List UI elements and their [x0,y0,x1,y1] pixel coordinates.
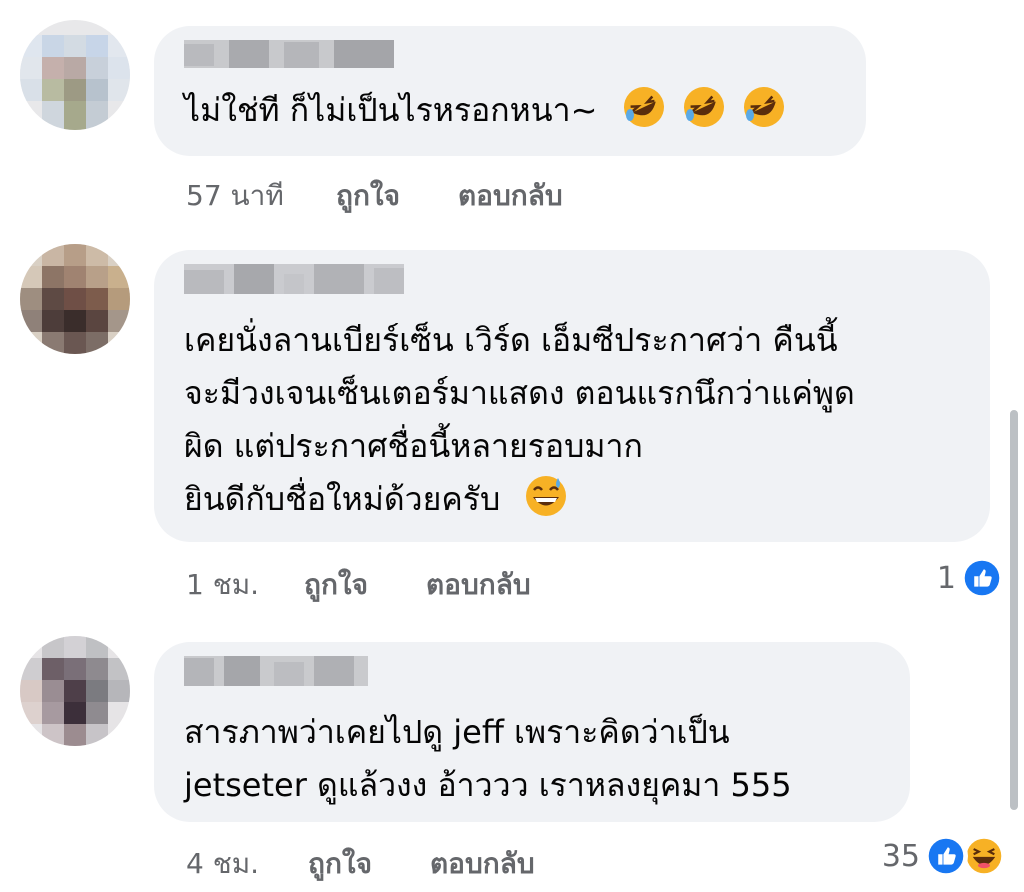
comment-text: เคยนั่งลานเบียร์เซ็น เวิร์ด เอ็มซีประกาศ… [184,314,855,526]
scrollbar[interactable] [1010,410,1018,810]
reply-button[interactable]: ตอบกลับ [458,174,563,218]
commenter-avatar[interactable] [20,20,130,130]
comment-timestamp[interactable]: 57 นาที [186,174,284,218]
rofl-emoji [743,87,784,127]
like-button[interactable]: ถูกใจ [304,563,368,607]
reaction-summary[interactable]: 1 [937,556,1004,600]
comment-line: jetseter ดูแล้วงง อ้าววว เราหลงยุคมา 555 [184,766,792,804]
comment-line: ไม่ใช่ที ก็ไม่เป็นไรหรอกหนา~ [184,91,598,129]
commenter-name-blurred[interactable] [184,656,368,686]
comment-timestamp[interactable]: 1 ชม. [186,563,259,607]
rofl-emoji [683,87,724,127]
reaction-count: 35 [881,838,920,874]
reaction-summary[interactable]: 35 [882,834,1006,878]
comment-text: สารภาพว่าเคยไปดู jeff เพราะคิดว่าเป็น je… [184,706,792,812]
comment-line: ผิด แต่ประกาศชื่อนี้หลายรอบมาก [184,427,643,465]
reaction-count: 1 [936,560,956,596]
grinning-sweat-emoji [526,476,567,516]
comment-line: สารภาพว่าเคยไปดู jeff เพราะคิดว่าเป็น [184,713,730,751]
comment-actions: 1 ชม. ถูกใจ ตอบกลับ [186,563,686,603]
comment-bubble: ไม่ใช่ที ก็ไม่เป็นไรหรอกหนา~ [154,26,866,156]
like-button[interactable]: ถูกใจ [308,842,372,886]
comment-actions: 4 ชม. ถูกใจ ตอบกลับ [186,842,686,882]
like-icon [924,834,968,878]
comment-text: ไม่ใช่ที ก็ไม่เป็นไรหรอกหนา~ [184,84,786,137]
reply-button[interactable]: ตอบกลับ [426,563,531,607]
comment-actions: 57 นาที ถูกใจ ตอบกลับ [186,174,686,214]
comment-bubble: สารภาพว่าเคยไปดู jeff เพราะคิดว่าเป็น je… [154,642,910,822]
commenter-name-blurred[interactable] [184,40,394,68]
rofl-emoji [623,87,664,127]
comment-line: เคยนั่งลานเบียร์เซ็น เวิร์ด เอ็มซีประกาศ… [184,321,838,359]
like-button[interactable]: ถูกใจ [336,174,400,218]
comment-line: ยินดีกับชื่อใหม่ด้วยครับ [184,480,501,518]
comment-bubble: เคยนั่งลานเบียร์เซ็น เวิร์ด เอ็มซีประกาศ… [154,250,990,542]
comment-line: จะมีวงเจนเซ็นเตอร์มาแสดง ตอนแรกนึกว่าแค่… [184,374,855,412]
commenter-avatar[interactable] [20,244,130,354]
like-icon [960,556,1004,600]
commenter-avatar[interactable] [20,636,130,746]
comment-timestamp[interactable]: 4 ชม. [186,842,259,886]
commenter-name-blurred[interactable] [184,264,404,294]
haha-icon [962,834,1006,878]
reply-button[interactable]: ตอบกลับ [430,842,535,886]
